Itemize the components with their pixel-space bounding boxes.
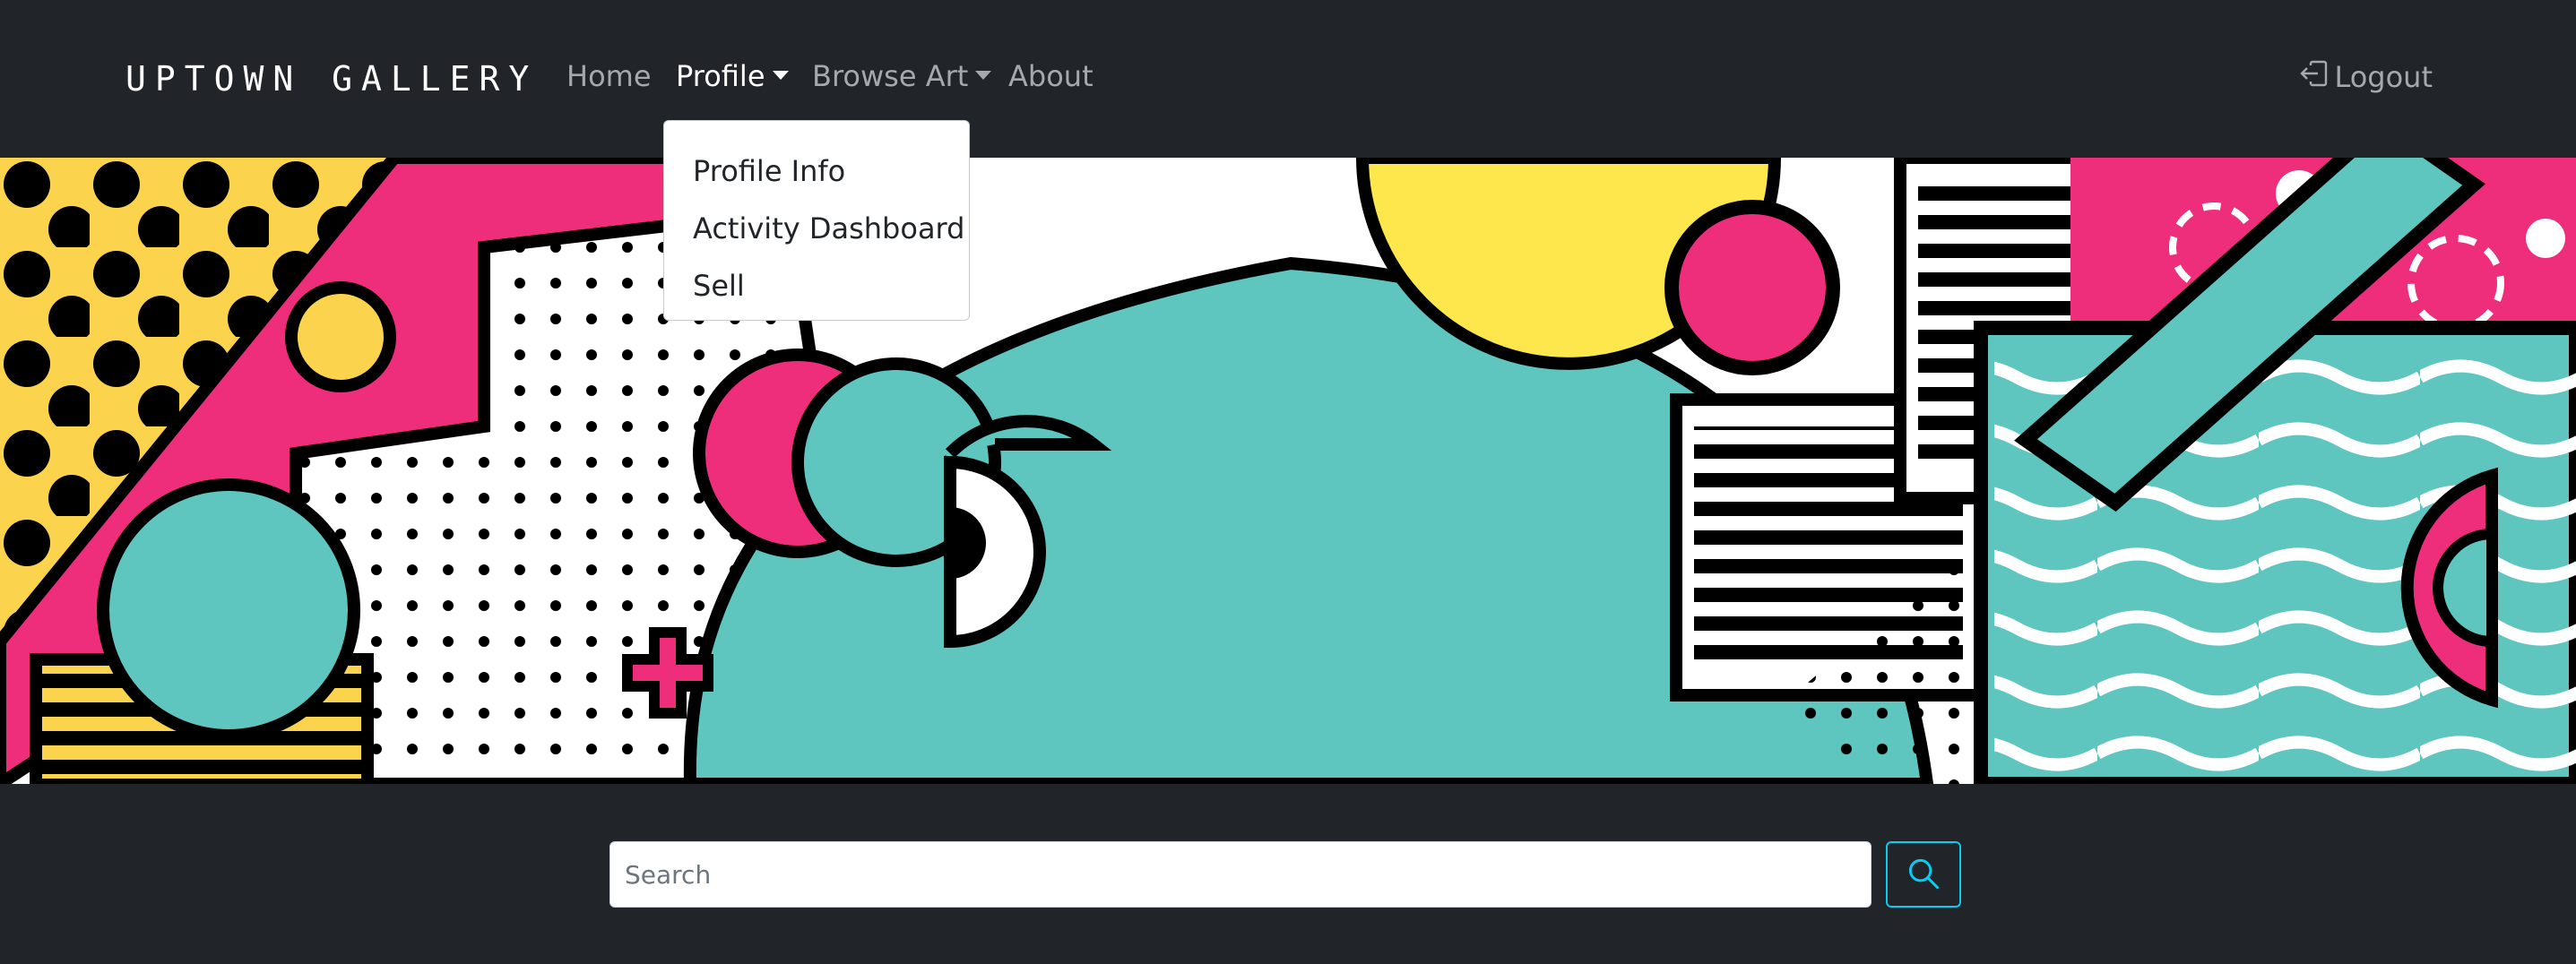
nav-home-link[interactable]: Home bbox=[566, 59, 652, 93]
search-input[interactable] bbox=[609, 841, 1871, 908]
caret-down-icon bbox=[772, 71, 789, 80]
nav-profile-label: Profile bbox=[676, 59, 765, 93]
top-navbar: UPTOWN GALLERY Home Profile Browse Art A… bbox=[0, 0, 2576, 158]
nav-about-link[interactable]: About bbox=[1008, 59, 1094, 93]
menu-item-sell[interactable]: Sell bbox=[664, 257, 969, 314]
caret-down-icon bbox=[975, 71, 992, 80]
brand-logo[interactable]: UPTOWN GALLERY bbox=[125, 59, 538, 99]
menu-item-activity-dashboard[interactable]: Activity Dashboard bbox=[664, 200, 969, 257]
nav-browse-art-label: Browse Art bbox=[812, 59, 969, 93]
logout-label: Logout bbox=[2334, 60, 2433, 94]
search-icon bbox=[1907, 857, 1940, 892]
nav-profile-dropdown-toggle[interactable]: Profile bbox=[676, 59, 789, 93]
logout-icon bbox=[2300, 59, 2329, 95]
nav-browse-art-dropdown-toggle[interactable]: Browse Art bbox=[812, 59, 992, 93]
profile-dropdown-menu: Profile Info Activity Dashboard Sell bbox=[663, 120, 970, 321]
menu-item-profile-info[interactable]: Profile Info bbox=[664, 142, 969, 200]
logout-link[interactable]: Logout bbox=[2300, 59, 2433, 95]
search-button[interactable] bbox=[1886, 841, 1961, 908]
hero-banner-image bbox=[0, 158, 2576, 784]
